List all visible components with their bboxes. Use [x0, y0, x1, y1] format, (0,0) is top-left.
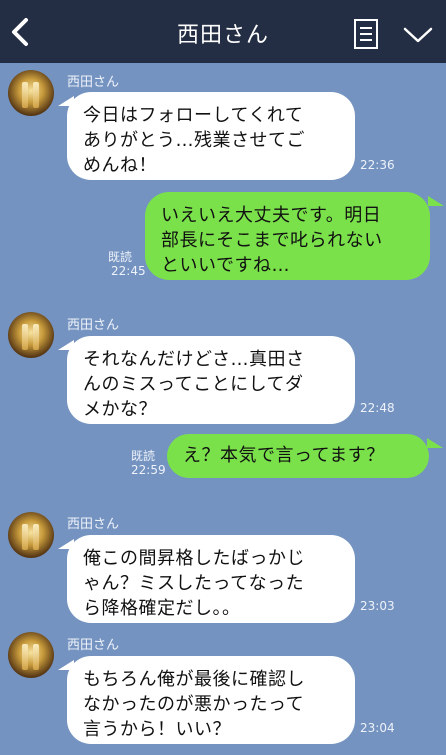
message-time: 23:03 [360, 599, 395, 613]
chevron-down-icon [403, 27, 433, 43]
avatar[interactable] [8, 512, 54, 558]
message-bubble: 今日はフォローしてくれて ありがとう…残業させてご めんね！ [67, 92, 355, 180]
read-receipt: 既読 [131, 449, 156, 463]
avatar[interactable] [8, 70, 54, 116]
message-bubble: もちろん俺が最後に確認し なかったのが悪かったって 言うから！いい？ [67, 656, 355, 744]
message-bubble: 俺この間昇格したばっかじ ゃん？ミスしたってなった ら降格確定だし。。 [67, 535, 355, 623]
message-time: 22:36 [360, 158, 395, 172]
message-bubble: いえいえ大丈夫です。明日 部長にそこまで叱られない といいですね… [145, 192, 430, 280]
chat-header: 西田さん [0, 0, 446, 63]
message-time: 22:48 [360, 401, 395, 415]
bubble-tail [428, 196, 444, 206]
avatar[interactable] [8, 632, 54, 678]
sender-name: 西田さん [67, 517, 120, 532]
sender-name: 西田さん [67, 318, 120, 333]
message-time: 22:59 [131, 463, 166, 477]
avatar[interactable] [8, 312, 54, 358]
sender-name: 西田さん [67, 75, 120, 90]
message-time: 23:04 [360, 721, 395, 735]
sender-name: 西田さん [67, 638, 120, 653]
chat-title: 西田さん [176, 23, 269, 48]
message-bubble: それなんだけどさ…真田さ んのミスってことにしてダ メかな？ [67, 336, 355, 424]
notes-button[interactable] [353, 18, 379, 50]
message-bubble: え？本気で言ってます？ [167, 434, 429, 478]
read-receipt: 既読 [108, 250, 133, 264]
bubble-tail [427, 438, 443, 448]
notes-icon [354, 19, 378, 49]
message-time: 22:45 [111, 264, 146, 278]
collapse-button[interactable] [403, 26, 433, 44]
